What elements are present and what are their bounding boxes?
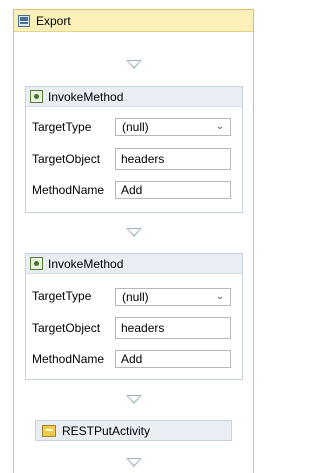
sequence-icon [18, 14, 30, 27]
activity-title: InvokeMethod [48, 89, 124, 104]
invoke-method-activity-1[interactable]: InvokeMethod TargetType (null) ⌄ TargetO… [25, 86, 243, 213]
activity-title: InvokeMethod [48, 256, 124, 271]
target-type-value: (null) [122, 120, 149, 134]
target-object-row: TargetObject [32, 321, 110, 335]
target-type-select[interactable]: (null) ⌄ [115, 288, 231, 306]
drop-target-icon[interactable] [125, 60, 142, 69]
target-object-input[interactable]: headers [115, 317, 231, 339]
method-name-row: MethodName [32, 352, 110, 366]
rest-activity-title: RESTPutActivity [62, 423, 151, 438]
target-object-value: headers [121, 152, 165, 166]
drop-target-icon[interactable] [125, 228, 142, 237]
target-type-label: TargetType [32, 289, 92, 303]
target-object-value: headers [121, 321, 165, 335]
target-object-label: TargetObject [32, 152, 101, 166]
drop-target-icon[interactable] [125, 395, 142, 404]
target-object-label: TargetObject [32, 321, 101, 335]
invoke-method-activity-2[interactable]: InvokeMethod TargetType (null) ⌄ TargetO… [25, 253, 243, 380]
method-name-value: Add [121, 352, 143, 366]
method-name-value: Add [121, 183, 143, 197]
target-type-value: (null) [122, 290, 149, 304]
target-type-row: TargetType [32, 120, 110, 134]
invoke-method-icon [30, 257, 43, 270]
target-type-select[interactable]: (null) ⌄ [115, 118, 231, 136]
sequence-header[interactable]: Export [14, 10, 253, 32]
target-type-label: TargetType [32, 120, 92, 134]
target-type-row: TargetType [32, 289, 110, 303]
method-name-input[interactable]: Add [115, 181, 231, 199]
rest-activity-icon [42, 424, 56, 437]
method-name-input[interactable]: Add [115, 350, 231, 368]
invoke-method-icon [30, 90, 43, 103]
activity-header[interactable]: InvokeMethod [26, 87, 242, 107]
method-name-row: MethodName [32, 183, 110, 197]
chevron-down-icon[interactable]: ⌄ [216, 291, 224, 302]
rest-put-activity[interactable]: RESTPutActivity [35, 420, 232, 441]
sequence-title: Export [36, 13, 71, 28]
target-object-row: TargetObject [32, 152, 110, 166]
chevron-down-icon[interactable]: ⌄ [216, 121, 224, 132]
target-object-input[interactable]: headers [115, 148, 231, 170]
activity-header[interactable]: InvokeMethod [26, 254, 242, 274]
method-name-label: MethodName [32, 183, 105, 197]
sequence-container[interactable]: Export InvokeMethod TargetType (null) ⌄ … [13, 9, 254, 473]
drop-target-icon[interactable] [125, 458, 142, 467]
method-name-label: MethodName [32, 352, 105, 366]
